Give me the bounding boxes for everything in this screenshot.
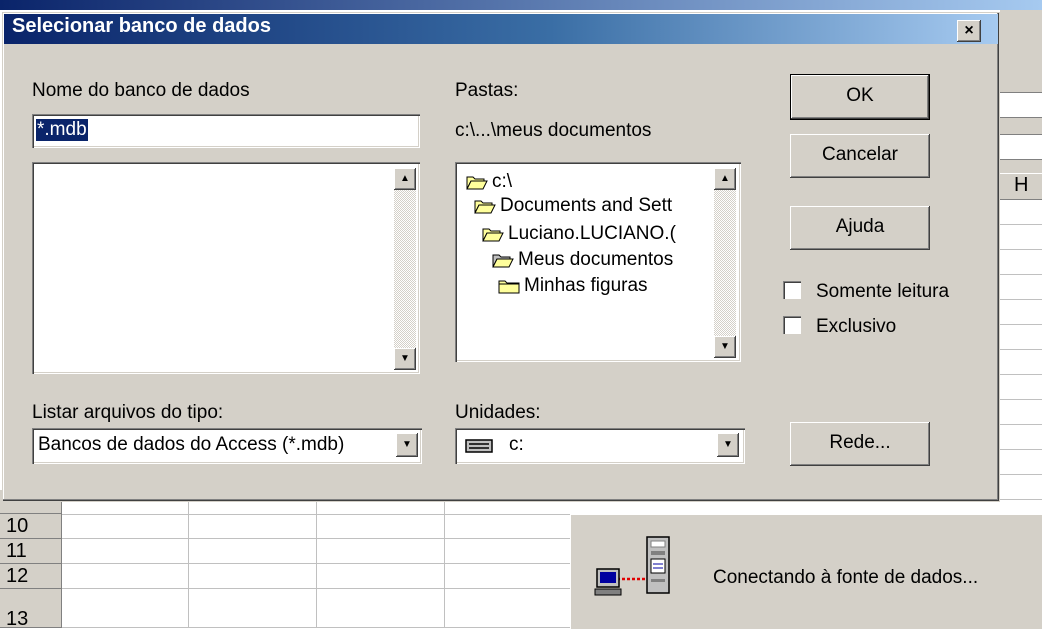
folder-label: Luciano.LUCIANO.( [508,223,676,244]
drive-dropdown-button[interactable]: ▼ [717,433,739,457]
arrow-up-icon: ▲ [720,173,730,184]
chevron-down-icon: ▼ [723,439,733,450]
db-name-label: Nome do banco de dados [32,80,250,101]
folder-label: Meus documentos [518,249,674,270]
network-button-label: Rede... [829,432,891,453]
drive-value: c: [509,434,524,455]
row-header[interactable]: 11 [0,539,62,564]
table-row[interactable] [62,539,572,564]
file-list-scrollbar[interactable]: ▲ ▼ [394,168,416,370]
chevron-down-icon: ▼ [402,439,412,450]
scroll-up-button[interactable]: ▲ [394,168,416,190]
dialog-title: Selecionar banco de dados [12,15,271,37]
close-button[interactable]: × [957,20,981,42]
scroll-down-button[interactable]: ▼ [714,336,736,358]
folder-item-documents-and-settings[interactable]: Documents and Sett [474,194,672,220]
cancel-button-label: Cancelar [821,144,899,165]
row-header[interactable]: 10 [0,514,62,539]
open-folder-icon [474,200,496,214]
help-button[interactable]: Ajuda [790,206,930,250]
table-row[interactable] [62,589,572,628]
scroll-track[interactable] [714,190,736,336]
row-header[interactable]: 12 [0,564,62,589]
excel-toolbar-strip [1000,134,1042,160]
scroll-down-button[interactable]: ▼ [394,348,416,370]
hard-drive-icon [465,439,493,453]
folder-label: Documents and Sett [500,195,673,216]
excel-formula-bar[interactable] [1000,92,1042,118]
ok-button[interactable]: OK [790,74,930,120]
network-button[interactable]: Rede... [790,422,930,466]
scroll-up-button[interactable]: ▲ [714,168,736,190]
excel-grid[interactable] [1000,200,1042,500]
readonly-checkbox[interactable] [783,281,801,299]
folder-item-meus-documentos[interactable]: Meus documentos [492,248,673,274]
file-type-label: Listar arquivos do tipo: [32,402,224,423]
db-name-input[interactable]: *.mdb [32,114,420,148]
exclusive-checkbox[interactable] [783,316,801,334]
folder-tree-scrollbar[interactable]: ▲ ▼ [714,168,736,358]
row-header[interactable]: 13 [0,589,62,628]
folder-item-root[interactable]: c:\ [466,170,512,196]
connecting-status-panel: Conectando à fonte de dados... [570,514,1042,629]
cancel-button[interactable]: Cancelar [790,134,930,178]
table-row[interactable] [62,564,572,589]
arrow-down-icon: ▼ [720,341,730,352]
arrow-up-icon: ▲ [400,173,410,184]
ok-button-label: OK [846,85,874,106]
open-folder-icon [482,228,504,242]
help-button-label: Ajuda [835,216,885,237]
connecting-message: Conectando à fonte de dados... [713,567,979,588]
file-list[interactable] [32,162,420,374]
drive-select[interactable]: c: ▼ [455,428,745,464]
exclusive-label[interactable]: Exclusivo [816,316,896,338]
column-header-h[interactable]: H [1000,173,1042,200]
open-folder-icon [466,176,488,190]
table-row[interactable] [62,514,572,539]
arrow-down-icon: ▼ [400,353,410,364]
scroll-track[interactable] [394,190,416,348]
file-type-dropdown-button[interactable]: ▼ [396,433,418,457]
readonly-label[interactable]: Somente leitura [816,281,949,303]
file-type-select[interactable]: Bancos de dados do Access (*.mdb) ▼ [32,428,422,464]
folder-label: c:\ [492,171,513,192]
open-folder-icon [492,254,514,268]
folder-tree-items: c:\ Documents and Sett Luciano.LUCIANO.(… [462,170,712,360]
close-icon: × [964,22,974,39]
folders-label: Pastas: [455,80,519,101]
folder-item-minhas-figuras[interactable]: Minhas figuras [498,274,648,300]
connection-computer-icon [594,536,670,596]
drives-label: Unidades: [455,402,541,423]
file-type-value: Bancos de dados do Access (*.mdb) [38,434,345,455]
db-name-value: *.mdb [36,119,88,141]
folder-icon [498,280,520,294]
folder-item-luciano[interactable]: Luciano.LUCIANO.( [482,222,676,248]
excel-titlebar [0,0,1042,10]
folder-label: Minhas figuras [524,275,648,296]
current-path: c:\...\meus documentos [455,120,652,141]
